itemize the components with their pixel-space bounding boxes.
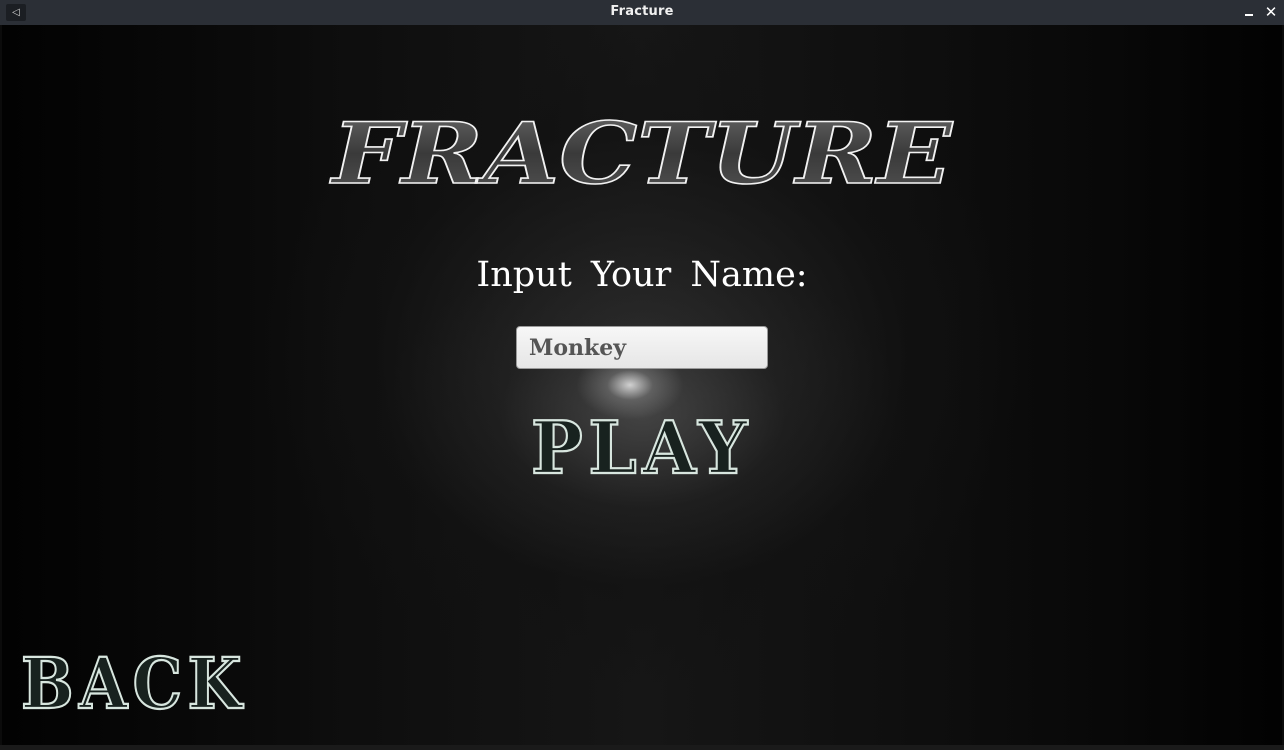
minimize-button[interactable] — [1240, 3, 1258, 21]
title-bar: ◁ Fracture ✕ — [0, 0, 1284, 25]
back-label: BACK — [21, 642, 247, 720]
close-icon: ✕ — [1264, 3, 1278, 21]
play-button[interactable]: PLAY — [522, 400, 762, 485]
game-logo: FRACTURE — [329, 105, 954, 197]
game-window: ◁ Fracture ✕ FRACTURE Input Your Name: P… — [0, 0, 1284, 750]
window-title: Fracture — [610, 4, 674, 19]
name-prompt-label: Input Your Name: — [476, 255, 808, 295]
close-button[interactable]: ✕ — [1262, 3, 1280, 21]
logo-text: FRACTURE — [330, 105, 953, 197]
back-button[interactable]: BACK — [14, 640, 254, 720]
minimize-icon — [1245, 14, 1253, 16]
name-input[interactable] — [516, 326, 768, 369]
game-canvas: FRACTURE Input Your Name: PLAY BACK — [2, 25, 1282, 745]
play-label: PLAY — [531, 405, 753, 485]
window-bottom-border — [0, 745, 1284, 750]
